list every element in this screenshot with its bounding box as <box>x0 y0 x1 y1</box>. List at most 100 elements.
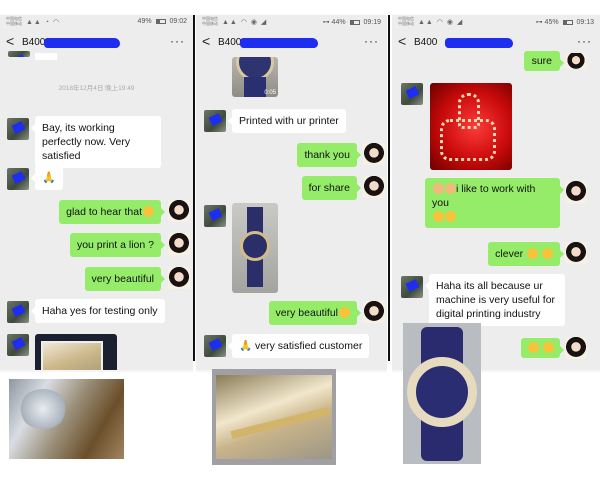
message-text: very beautiful <box>275 307 338 319</box>
carrier-2: 中国移动 <box>202 21 218 26</box>
chat-header: < B400 ··· <box>196 29 387 57</box>
battery-percent: 49% <box>137 18 152 25</box>
watch-video-thumbnail[interactable]: 0:05 <box>232 57 278 97</box>
lion-print-photo[interactable] <box>9 379 124 459</box>
battery-percent: 44% <box>331 19 346 26</box>
avatar[interactable] <box>168 233 190 255</box>
message-bubble: 🙏 <box>31 166 63 190</box>
message-bubble: 🙏 very satisfied customer <box>227 334 370 358</box>
more-options-icon[interactable]: ··· <box>577 34 592 48</box>
back-icon[interactable]: < <box>202 33 210 49</box>
battery-percent: 45% <box>544 19 559 26</box>
more-options-icon[interactable]: ··· <box>364 34 379 48</box>
wink-emoji-icon <box>527 248 539 259</box>
message-bubble: for share <box>301 176 362 200</box>
clock: 09:13 <box>576 19 594 26</box>
avatar[interactable] <box>204 205 226 227</box>
halo-emoji-icon <box>433 211 444 222</box>
avatar[interactable] <box>7 168 29 190</box>
bridge-print-image[interactable] <box>35 334 117 372</box>
avatar[interactable] <box>401 276 423 298</box>
bridge-print-photo[interactable] <box>212 369 336 465</box>
video-duration: 0:05 <box>264 90 276 96</box>
avatar[interactable] <box>401 83 423 105</box>
hug-emoji-icon <box>543 342 554 353</box>
avatar[interactable] <box>565 181 587 203</box>
message-bubble: Haha its all because ur machine is very … <box>425 274 565 326</box>
marc-jacobs-watch-photo[interactable] <box>403 323 481 464</box>
carrier-label: 中国电信 中国移动 <box>6 16 22 26</box>
status-right: ⊶ 45% 09:13 <box>536 18 594 26</box>
halo-emoji-icon <box>445 211 456 222</box>
timestamp: 2018年12月4日 晚上19:49 <box>58 85 135 92</box>
avatar[interactable] <box>168 200 190 222</box>
message-bubble: sure <box>523 51 565 71</box>
redaction-mark <box>445 38 513 48</box>
watch-face <box>407 357 477 427</box>
avatar[interactable] <box>363 301 385 323</box>
signal-icon: ▲▲ ◠ ◉ ◢ <box>222 19 268 26</box>
input-bar: ◖ ☺ + <box>0 370 193 372</box>
avatar[interactable] <box>363 176 385 198</box>
avatar[interactable] <box>565 337 587 359</box>
key-icon: ⊶ <box>322 19 332 26</box>
avatar[interactable] <box>204 335 226 357</box>
signal-icon: ▲▲ ◠ ◉ ◢ <box>418 19 464 26</box>
grin-emoji-icon <box>143 206 154 217</box>
led-thumbs-up-image[interactable] <box>430 83 512 170</box>
print-photo <box>41 341 103 372</box>
avatar[interactable] <box>204 110 226 132</box>
lion-face <box>19 389 67 429</box>
message-list: 2018年12月4日 晚上19:49 Bay, its working perf… <box>0 51 193 372</box>
chat-title: B400 <box>22 37 46 48</box>
chat-screen-2: 中国电信 中国移动 ▲▲ ◠ ◉ ◢ ⊶ 44% 09:19 < B400 ··… <box>196 15 387 372</box>
bridge-print <box>216 375 332 459</box>
screen-divider <box>193 15 195 361</box>
battery-icon <box>155 18 166 24</box>
avatar[interactable] <box>565 53 587 69</box>
back-icon[interactable]: < <box>6 33 14 49</box>
chat-title: B400 <box>218 37 242 48</box>
redaction-mark <box>44 38 120 48</box>
status-bar: 中国电信 中国移动 ▲▲ ◔ ◠ 49% 09:02 <box>0 15 193 29</box>
avatar[interactable] <box>565 242 587 264</box>
message-bubble: clever <box>488 242 564 266</box>
message-list: 0:05 Printed with ur printer thank you f… <box>196 57 387 370</box>
message-bubble: Bay, its working perfectly now. Very sat… <box>31 116 161 168</box>
message-bubble: thank you <box>297 143 361 167</box>
avatar[interactable] <box>363 143 385 165</box>
battery-icon <box>562 19 573 25</box>
hug-emoji-icon <box>528 342 540 353</box>
handshake-emoji-icon <box>433 183 444 194</box>
avatar[interactable] <box>168 267 190 289</box>
clock: 09:02 <box>169 18 187 25</box>
message-text: clever <box>495 248 524 260</box>
watch-image[interactable] <box>232 203 278 293</box>
clock: 09:19 <box>363 19 381 26</box>
key-icon: ⊶ <box>535 19 545 26</box>
signal-icon: ▲▲ ◔ ◠ <box>26 19 61 26</box>
status-bar: 中国电信 中国移动 ▲▲ ◠ ◉ ◢ ⊶ 45% 09:13 <box>392 15 600 29</box>
avatar <box>8 51 30 57</box>
fist-shape <box>440 119 496 161</box>
carrier-2: 中国移动 <box>398 21 414 26</box>
battery-icon <box>349 19 360 25</box>
message-bubble: Haha yes for testing only <box>31 299 165 323</box>
chat-title: B400 <box>414 37 438 48</box>
smile-emoji-icon <box>339 307 350 318</box>
bridge-deck <box>230 407 330 439</box>
carrier-label: 中国电信 中国移动 <box>202 16 218 26</box>
avatar[interactable] <box>7 301 29 323</box>
redaction-mark <box>240 38 318 48</box>
message-bubble <box>521 338 564 358</box>
avatar[interactable] <box>7 334 29 356</box>
message-bubble: very beautiful <box>268 301 362 325</box>
wink-emoji-icon <box>542 248 553 259</box>
avatar[interactable] <box>7 118 29 140</box>
watch-face <box>240 231 270 261</box>
partial-bubble <box>35 53 57 60</box>
back-icon[interactable]: < <box>398 33 406 49</box>
message-bubble: i like to work with you <box>425 178 564 228</box>
more-options-icon[interactable]: ··· <box>170 34 185 48</box>
message-bubble: very beautiful <box>84 267 166 291</box>
